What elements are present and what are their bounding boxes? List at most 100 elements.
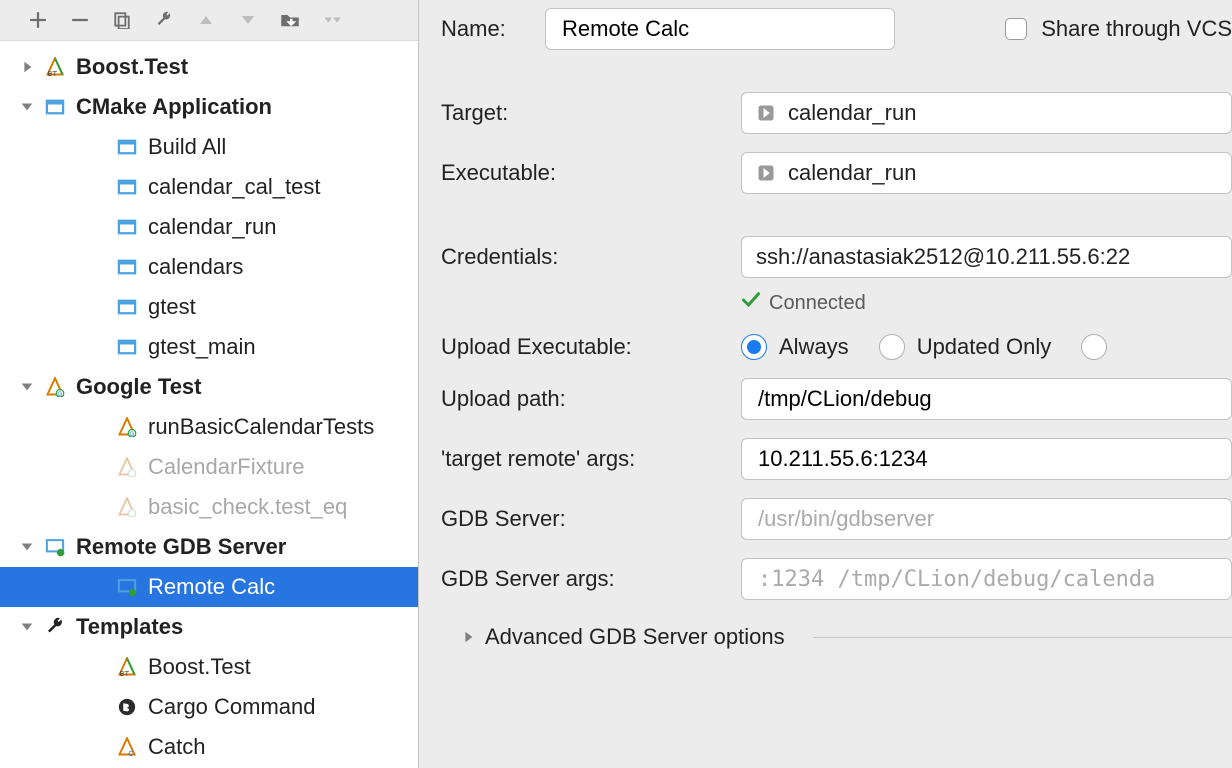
tree-label: Remote Calc [148,574,275,600]
minus-icon[interactable] [70,10,90,30]
cmake-target-icon [116,176,138,198]
tree-group[interactable]: Google Test [0,367,418,407]
triangle-down-icon[interactable] [18,378,36,396]
tree-item[interactable]: Remote Calc [0,567,418,607]
tree-group[interactable]: Remote GDB Server [0,527,418,567]
plus-icon[interactable] [28,10,48,30]
tree-label: gtest_main [148,334,256,360]
tree-item[interactable]: Build All [0,127,418,167]
tree-group[interactable]: CMake Application [0,87,418,127]
folder-arrow-icon[interactable] [280,10,300,30]
name-field[interactable] [545,8,895,50]
googletest-icon [44,376,66,398]
tree-label: Boost.Test [76,54,188,80]
gtest-run-icon [116,416,138,438]
tree-label: CalendarFixture [148,454,305,480]
gdb-server-field[interactable] [741,498,1232,540]
triangle-down-icon[interactable] [18,98,36,116]
remote-gdb-icon [116,576,138,598]
tree-label: Remote GDB Server [76,534,286,560]
tree-group[interactable]: Templates [0,607,418,647]
chevron-right-icon [756,163,776,183]
configurations-panel: Boost.Test CMake Application Build All cale… [0,0,419,768]
credentials-field[interactable]: ssh://anastasiak2512@10.211.55.6:22 [741,236,1232,278]
cmake-target-icon [116,256,138,278]
radio-button[interactable] [741,334,767,360]
tree-item[interactable]: basic_check.test_eq [0,487,418,527]
connection-status: Connected [769,292,866,315]
upload-option[interactable]: Updated Only [879,334,1052,360]
tree-item[interactable]: gtest [0,287,418,327]
upload-option[interactable]: Always [741,334,849,360]
tree-label: calendars [148,254,243,280]
cmake-target-icon [116,336,138,358]
tree-label: Catch [148,734,205,760]
target-dropdown[interactable]: calendar_run [741,92,1232,134]
tree-item[interactable]: calendar_run [0,207,418,247]
name-input[interactable] [560,15,880,43]
tree-item[interactable]: Boost.Test [0,647,418,687]
tree-item[interactable]: calendar_cal_test [0,167,418,207]
radio-button[interactable] [879,334,905,360]
configurations-tree[interactable]: Boost.Test CMake Application Build All cale… [0,41,418,768]
target-remote-label: 'target remote' args: [441,446,741,472]
copy-icon[interactable] [112,10,132,30]
upload-path-input[interactable] [756,385,1217,413]
triangle-right-icon[interactable] [18,58,36,76]
gtest-run-muted-icon [116,496,138,518]
tree-item[interactable]: Catch [0,727,418,767]
tree-label: Cargo Command [148,694,316,720]
check-icon [741,290,761,316]
target-remote-input[interactable] [756,445,1217,473]
tree-label: runBasicCalendarTests [148,414,374,440]
tree-item[interactable]: calendars [0,247,418,287]
gdb-args-input[interactable] [756,566,1217,593]
upload-exec-radios: Always Updated Only [741,334,1119,360]
advanced-options-toggle[interactable]: Advanced GDB Server options [441,624,1232,650]
remote-gdb-icon [44,536,66,558]
triangle-right-icon [461,624,475,650]
credentials-label: Credentials: [441,244,741,270]
upload-option-label: Updated Only [917,334,1052,360]
share-vcs-checkbox[interactable] [1005,18,1027,40]
catch-icon [116,736,138,758]
tree-item[interactable]: gtest_main [0,327,418,367]
executable-value: calendar_run [788,160,916,186]
wrench-icon[interactable] [154,10,174,30]
wrench-icon [44,616,66,638]
upload-option[interactable] [1081,334,1119,360]
tree-label: Boost.Test [148,654,251,680]
tree-group[interactable]: Boost.Test [0,47,418,87]
configurations-toolbar [0,0,418,41]
gdb-args-field[interactable] [741,558,1232,600]
tree-label: basic_check.test_eq [148,494,347,520]
cmake-target-icon [116,216,138,238]
upload-path-field[interactable] [741,378,1232,420]
tree-item[interactable]: CalendarFixture [0,447,418,487]
share-vcs-label: Share through VCS [1041,16,1232,42]
cmake-icon [44,96,66,118]
tree-label: calendar_cal_test [148,174,320,200]
tree-label: Templates [76,614,183,640]
target-remote-field[interactable] [741,438,1232,480]
advanced-options-label: Advanced GDB Server options [485,624,785,650]
triangle-down-icon[interactable] [18,618,36,636]
triangle-up-icon[interactable] [196,10,216,30]
upload-exec-label: Upload Executable: [441,334,741,360]
gtest-run-muted-icon [116,456,138,478]
overflow-icon[interactable] [322,10,342,30]
tree-label: Build All [148,134,226,160]
tree-label: Google Test [76,374,202,400]
upload-path-label: Upload path: [441,386,741,412]
config-form: Name: Share through VCS Target: calendar… [419,0,1232,768]
executable-label: Executable: [441,160,741,186]
tree-item[interactable]: Cargo Command [0,687,418,727]
triangle-down-icon[interactable] [18,538,36,556]
triangle-down-icon[interactable] [238,10,258,30]
divider [813,637,1232,638]
tree-item[interactable]: runBasicCalendarTests [0,407,418,447]
tree-label: calendar_run [148,214,276,240]
executable-dropdown[interactable]: calendar_run [741,152,1232,194]
radio-button[interactable] [1081,334,1107,360]
gdb-server-input[interactable] [756,505,1217,533]
